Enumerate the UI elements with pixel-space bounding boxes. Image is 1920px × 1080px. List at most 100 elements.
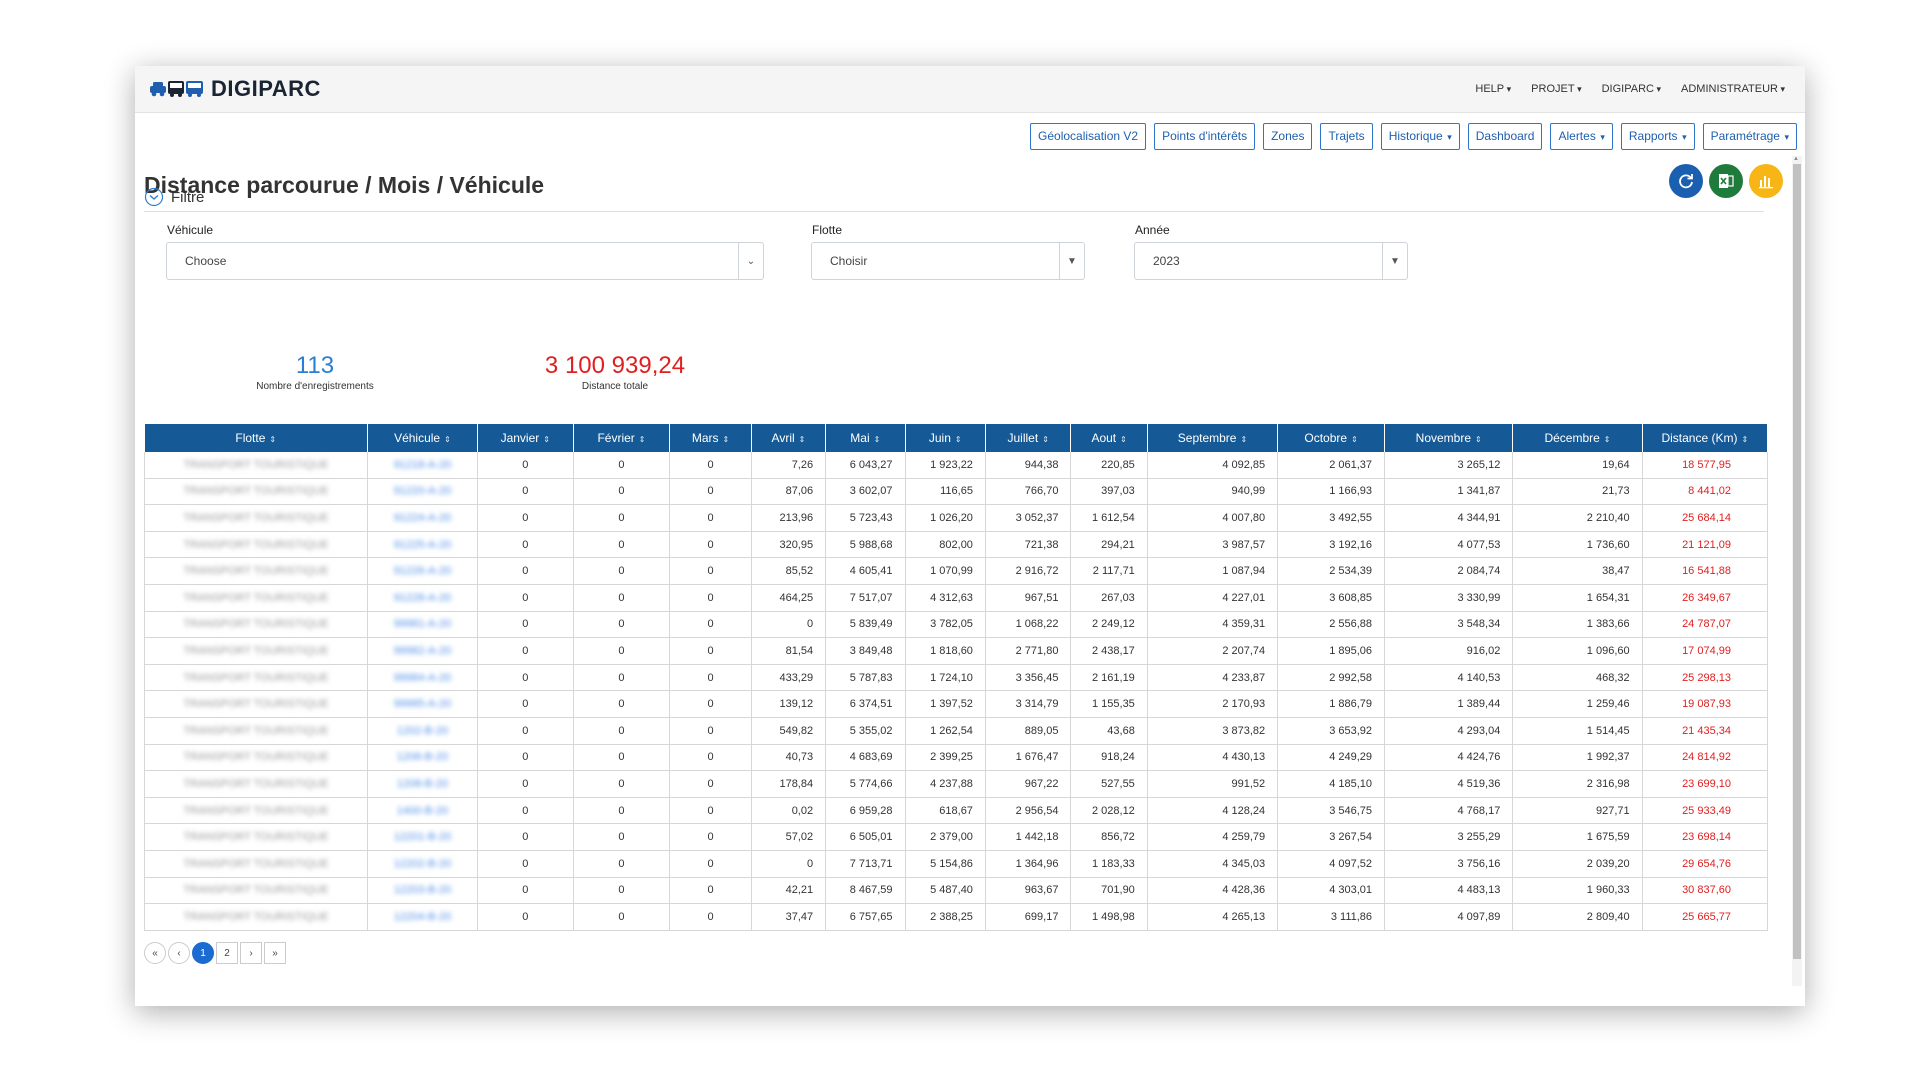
page-button-2[interactable]: 2 [216,942,238,964]
vehicle-link[interactable]: 99981-A-20 [367,611,478,639]
column-header[interactable]: Avril ⇕ [751,424,827,452]
prev-page-button[interactable]: ‹ [168,942,190,964]
nav-historique[interactable]: Historique [1380,123,1460,150]
vehicle-link[interactable]: 91228-A-20 [367,584,478,612]
column-header[interactable]: Véhicule ⇕ [367,424,478,452]
menu-administrateur[interactable]: ADMINISTRATEUR [1681,83,1785,95]
fleet-cell: TRANSPORT TOURISTIQUE [144,452,368,479]
sort-icon[interactable]: ⇕ [543,435,550,444]
menu-projet[interactable]: PROJET [1531,83,1581,95]
month-cell: 0 [477,823,574,851]
vehicle-link[interactable]: 12203-B-20 [367,877,478,905]
column-header[interactable]: Juillet ⇕ [985,424,1072,452]
sort-icon[interactable]: ⇕ [1351,435,1358,444]
month-cell: 0 [477,744,574,772]
vehicle-link[interactable]: 12202-B-20 [367,850,478,878]
column-header[interactable]: Distance (Km) ⇕ [1642,424,1769,452]
sort-icon[interactable]: ⇕ [1604,435,1611,444]
column-header[interactable]: Janvier ⇕ [477,424,574,452]
sort-icon[interactable]: ⇕ [955,435,962,444]
total-distance-cell: 17 074,99 [1642,637,1769,665]
vehicle-link[interactable]: 91225-A-20 [367,531,478,559]
column-header[interactable]: Octobre ⇕ [1277,424,1386,452]
first-page-button[interactable]: « [144,942,166,964]
next-page-button[interactable]: › [240,942,262,964]
nav-zones[interactable]: Zones [1263,123,1313,150]
filter-toggle[interactable]: Filtre [144,183,1764,212]
month-cell: 0 [573,611,671,639]
sort-icon[interactable]: ⇕ [799,435,806,444]
vehicle-link[interactable]: 12201-B-20 [367,823,478,851]
vertical-scrollbar[interactable]: ▲ [1792,156,1802,986]
month-cell: 4 092,85 [1147,452,1279,479]
sort-icon[interactable]: ⇕ [1240,435,1247,444]
month-cell: 0 [477,637,574,665]
vehicle-link[interactable]: 91224-A-20 [367,504,478,532]
vehicle-link[interactable]: 1400-B-20 [367,797,478,825]
sort-icon[interactable]: ⇕ [874,435,881,444]
vehicule-select[interactable]: Choose ⌄ [166,242,764,280]
table-row: TRANSPORT TOURISTIQUE 1202-B-20 0 0 0 549,82 5… [144,717,1769,745]
fleet-cell: TRANSPORT TOURISTIQUE [144,557,368,585]
sort-icon[interactable]: ⇕ [269,435,276,444]
table-row: TRANSPORT TOURISTIQUE 99981-A-20 0 0 0 0 5 839… [144,611,1769,639]
vehicle-link[interactable]: 1202-B-20 [367,717,478,745]
nav-dashboard[interactable]: Dashboard [1467,123,1543,150]
vehicle-link[interactable]: 91220-A-20 [367,478,478,506]
flotte-select[interactable]: Choisir ▼ [811,242,1085,280]
column-header[interactable]: Mai ⇕ [825,424,906,452]
month-cell: 4 293,04 [1384,717,1514,745]
column-header[interactable]: Juin ⇕ [905,424,986,452]
month-cell: 5 988,68 [825,531,906,559]
vehicle-link[interactable]: 12204-B-20 [367,903,478,931]
month-cell: 3 548,34 [1384,611,1514,639]
month-cell: 0 [573,797,671,825]
month-cell: 618,67 [905,797,986,825]
nav-points-interets[interactable]: Points d'intérêts [1154,123,1256,150]
column-header-label: Décembre [1544,431,1600,445]
month-cell: 1 654,31 [1512,584,1643,612]
month-cell: 0 [573,744,671,772]
nav-parametrage[interactable]: Paramétrage [1702,123,1797,150]
column-header[interactable]: Décembre ⇕ [1512,424,1643,452]
month-cell: 0 [669,557,752,585]
menu-help[interactable]: HELP [1475,83,1511,95]
menu-digiparc[interactable]: DIGIPARC [1602,83,1661,95]
vehicle-link[interactable]: 1208-B-20 [367,770,478,798]
vehicle-link[interactable]: 91226-A-20 [367,557,478,585]
nav-trajets[interactable]: Trajets [1320,123,1373,150]
scroll-up-icon[interactable]: ▲ [1793,156,1799,162]
nav-geolocalisation[interactable]: Géolocalisation V2 [1030,123,1147,150]
sort-icon[interactable]: ⇕ [1475,435,1482,444]
sort-icon[interactable]: ⇕ [639,435,646,444]
column-header[interactable]: Septembre ⇕ [1147,424,1279,452]
brand[interactable]: DIGIPARC [149,76,321,102]
column-header[interactable]: Février ⇕ [573,424,671,452]
sort-icon[interactable]: ⇕ [1741,435,1748,444]
sort-icon[interactable]: ⇕ [1120,435,1127,444]
nav-alertes[interactable]: Alertes [1550,123,1613,150]
annee-select[interactable]: 2023 ▼ [1134,242,1408,280]
column-header[interactable]: Mars ⇕ [669,424,752,452]
vehicle-link[interactable]: 1206-B-20 [367,744,478,772]
annee-label: Année [1135,223,1170,237]
vehicle-link[interactable]: 99985-A-20 [367,690,478,718]
column-header[interactable]: Aout ⇕ [1070,424,1148,452]
month-cell: 0 [477,504,574,532]
vehicle-link[interactable]: 91218-A-20 [367,452,478,479]
month-cell: 3 052,37 [985,504,1072,532]
page-button-1[interactable]: 1 [192,942,214,964]
vehicle-link[interactable]: 99982-A-20 [367,637,478,665]
last-page-button[interactable]: » [264,942,286,964]
month-cell: 4 312,63 [905,584,986,612]
sort-icon[interactable]: ⇕ [723,435,730,444]
sort-icon[interactable]: ⇕ [444,435,451,444]
column-header[interactable]: Flotte ⇕ [144,424,368,452]
nav-rapports[interactable]: Rapports [1620,123,1695,150]
month-cell: 0 [573,717,671,745]
distance-table: Flotte ⇕ Véhicule ⇕ Janvier ⇕ Février ⇕ Mars ⇕ Avr… [144,424,1769,931]
scrollbar-thumb[interactable] [1793,164,1801,959]
sort-icon[interactable]: ⇕ [1042,435,1049,444]
column-header[interactable]: Novembre ⇕ [1384,424,1514,452]
vehicle-link[interactable]: 99984-A-20 [367,664,478,692]
